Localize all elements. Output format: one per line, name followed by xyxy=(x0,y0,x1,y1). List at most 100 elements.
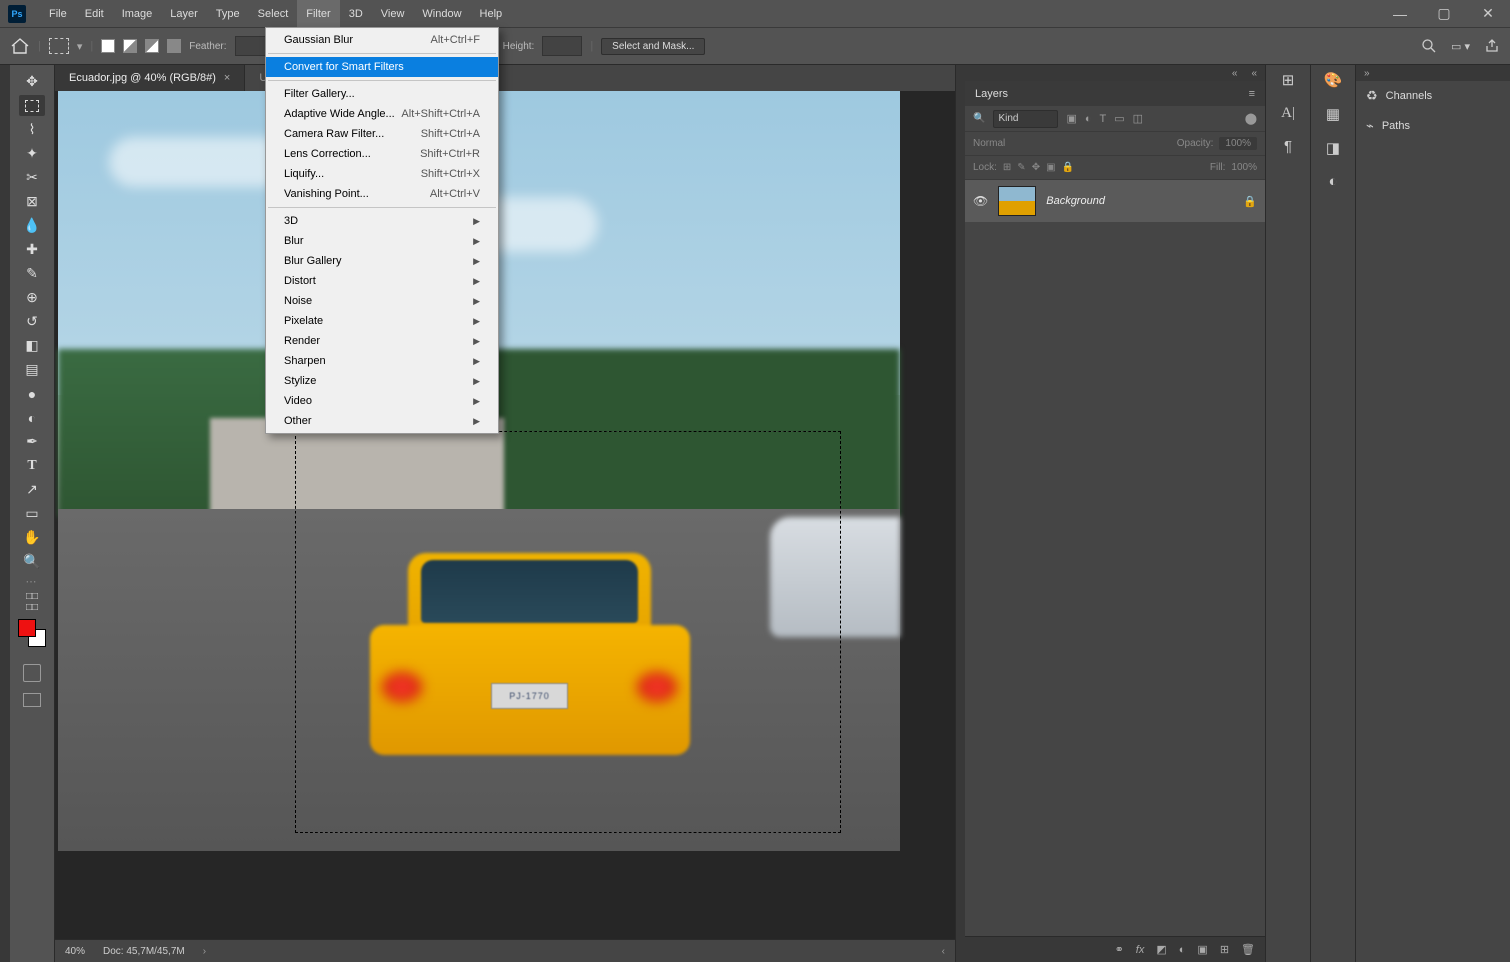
maximize-button[interactable]: ▢ xyxy=(1422,0,1466,27)
menu-file[interactable]: File xyxy=(40,0,76,27)
quick-mask[interactable] xyxy=(23,664,41,682)
menu-item[interactable]: Noise▶ xyxy=(266,291,498,311)
filter-smart-icon[interactable]: ◫ xyxy=(1133,112,1143,125)
add-selection-icon[interactable] xyxy=(123,39,137,53)
lock-artboard-icon[interactable]: ▣ xyxy=(1046,162,1055,173)
stamp-tool[interactable]: ⊕ xyxy=(19,287,45,308)
menu-item[interactable]: Pixelate▶ xyxy=(266,311,498,331)
menu-edit[interactable]: Edit xyxy=(76,0,113,27)
frame-tool[interactable]: ⊠ xyxy=(19,191,45,212)
minimize-button[interactable]: — xyxy=(1378,0,1422,27)
panel-button-channels[interactable]: ♻Channels xyxy=(1356,81,1510,111)
adjustment-icon[interactable]: ◐ xyxy=(1179,944,1186,956)
collapse-icon-2[interactable]: « xyxy=(1251,68,1257,79)
close-tab-icon[interactable]: × xyxy=(224,72,230,84)
menu-window[interactable]: Window xyxy=(413,0,470,27)
menu-layer[interactable]: Layer xyxy=(161,0,207,27)
marquee-tool[interactable] xyxy=(19,95,45,116)
layer-row[interactable]: 👁 Background 🔒 xyxy=(965,180,1265,222)
lasso-tool[interactable]: ⌇ xyxy=(19,119,45,140)
panel-menu-icon[interactable]: ≡ xyxy=(1249,88,1255,100)
fx-icon[interactable]: fx xyxy=(1136,944,1145,956)
more-tools[interactable]: ⋯ xyxy=(26,575,39,588)
lock-icon[interactable]: 🔒 xyxy=(1243,195,1257,208)
canvas[interactable]: PJ-1770 xyxy=(55,91,955,939)
menu-item[interactable]: Liquify...Shift+Ctrl+X xyxy=(266,164,498,184)
gradient-tool[interactable]: ▤ xyxy=(19,359,45,380)
menu-view[interactable]: View xyxy=(372,0,414,27)
visibility-icon[interactable]: 👁 xyxy=(973,194,988,208)
heal-tool[interactable]: ✚ xyxy=(19,239,45,260)
marquee-tool-icon[interactable] xyxy=(49,38,69,54)
opacity-value[interactable]: 100% xyxy=(1219,137,1257,150)
menu-item[interactable]: Camera Raw Filter...Shift+Ctrl+A xyxy=(266,124,498,144)
share-icon[interactable] xyxy=(1484,38,1500,54)
new-selection-icon[interactable] xyxy=(101,39,115,53)
history-brush-tool[interactable]: ↺ xyxy=(19,311,45,332)
hand-tool[interactable]: ✋ xyxy=(19,527,45,548)
filter-type-icon[interactable]: T xyxy=(1100,113,1107,125)
props-icon[interactable]: ⊞ xyxy=(1282,71,1295,89)
zoom-tool[interactable]: 🔍 xyxy=(19,551,45,572)
doc-size[interactable]: Doc: 45,7M/45,7M xyxy=(103,946,185,957)
layer-thumbnail[interactable] xyxy=(998,186,1036,216)
search-icon[interactable] xyxy=(1421,38,1437,54)
menu-item[interactable]: Distort▶ xyxy=(266,271,498,291)
menu-filter[interactable]: Filter xyxy=(297,0,339,27)
link-icon[interactable]: ⚭ xyxy=(1115,943,1124,956)
menu-item[interactable]: Blur Gallery▶ xyxy=(266,251,498,271)
document-tab[interactable]: Ecuador.jpg @ 40% (RGB/8#)× xyxy=(55,65,245,91)
lock-brush-icon[interactable]: ✎ xyxy=(1017,162,1025,173)
swatches-icon[interactable]: ▦ xyxy=(1326,105,1340,123)
new-layer-icon[interactable]: ⊞ xyxy=(1220,943,1229,956)
fill-value[interactable]: 100% xyxy=(1231,162,1257,173)
blend-mode-select[interactable]: Normal xyxy=(973,138,1171,149)
color-swatches[interactable] xyxy=(18,619,46,647)
gradients-icon[interactable]: ◨ xyxy=(1326,139,1340,157)
eyedropper-tool[interactable]: 💧 xyxy=(19,215,45,236)
edit-toolbar[interactable]: □□□□ xyxy=(19,591,45,612)
menu-item[interactable]: Other▶ xyxy=(266,411,498,431)
menu-item[interactable]: Lens Correction...Shift+Ctrl+R xyxy=(266,144,498,164)
eraser-tool[interactable]: ◧ xyxy=(19,335,45,356)
panel-button-paths[interactable]: ⌁Paths xyxy=(1356,111,1510,141)
color-icon[interactable]: 🎨 xyxy=(1324,71,1343,89)
path-tool[interactable]: ↗ xyxy=(19,479,45,500)
home-icon[interactable] xyxy=(10,37,30,55)
menu-select[interactable]: Select xyxy=(249,0,298,27)
subtract-selection-icon[interactable] xyxy=(145,39,159,53)
menu-help[interactable]: Help xyxy=(471,0,512,27)
layers-panel-header[interactable]: Layers ≡ xyxy=(965,81,1265,106)
dodge-tool[interactable]: ◐ xyxy=(19,407,45,428)
lock-pixels-icon[interactable]: ⊞ xyxy=(1003,162,1011,173)
move-tool[interactable]: ✥ xyxy=(19,71,45,92)
menu-item[interactable]: Blur▶ xyxy=(266,231,498,251)
shape-tool[interactable]: ▭ xyxy=(19,503,45,524)
menu-item[interactable]: Convert for Smart Filters xyxy=(266,57,498,77)
menu-item[interactable]: Gaussian BlurAlt+Ctrl+F xyxy=(266,30,498,50)
collapse-icon[interactable]: « xyxy=(1232,68,1238,79)
filter-adjust-icon[interactable]: ◐ xyxy=(1085,113,1092,125)
screen-mode[interactable] xyxy=(23,693,41,707)
para-icon[interactable]: ¶ xyxy=(1284,138,1292,155)
menu-item[interactable]: Filter Gallery... xyxy=(266,84,498,104)
pen-tool[interactable]: ✒ xyxy=(19,431,45,452)
workspace-icon[interactable]: ▭ ▾ xyxy=(1451,40,1470,53)
height-input[interactable] xyxy=(542,36,582,56)
filter-shape-icon[interactable]: ▭ xyxy=(1114,112,1124,125)
menu-type[interactable]: Type xyxy=(207,0,249,27)
filter-toggle[interactable]: ⬤ xyxy=(1245,112,1257,125)
menu-item[interactable]: Vanishing Point...Alt+Ctrl+V xyxy=(266,184,498,204)
type-tool[interactable]: T xyxy=(19,455,45,476)
menu-item[interactable]: 3D▶ xyxy=(266,211,498,231)
menu-item[interactable]: Render▶ xyxy=(266,331,498,351)
menu-item[interactable]: Stylize▶ xyxy=(266,371,498,391)
brush-tool[interactable]: ✎ xyxy=(19,263,45,284)
blur-tool[interactable]: ● xyxy=(19,383,45,404)
status-chevron[interactable]: › xyxy=(203,946,206,957)
crop-tool[interactable]: ✂ xyxy=(19,167,45,188)
collapse-icon-r[interactable]: » xyxy=(1364,68,1370,79)
zoom-level[interactable]: 40% xyxy=(65,946,85,957)
filter-image-icon[interactable]: ▣ xyxy=(1066,112,1076,125)
menu-item[interactable]: Sharpen▶ xyxy=(266,351,498,371)
